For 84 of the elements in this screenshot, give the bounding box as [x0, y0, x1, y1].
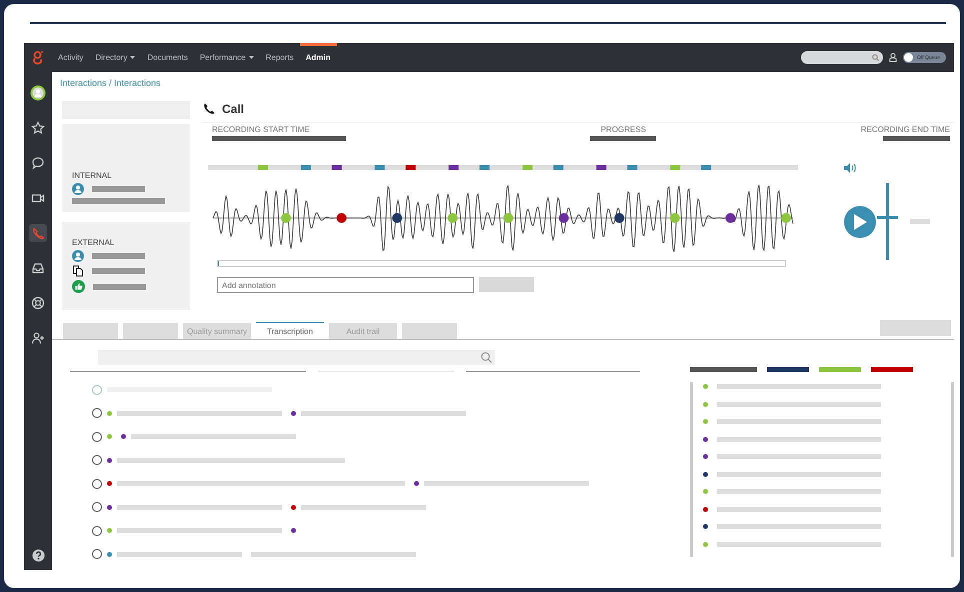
text-placeholder	[92, 186, 145, 192]
participant-heading: INTERNAL	[72, 171, 113, 180]
play-button[interactable]	[844, 206, 876, 238]
play-icon	[853, 214, 867, 230]
radio-button[interactable]	[92, 502, 102, 512]
text-placeholder	[92, 268, 145, 274]
annotation-marker[interactable]	[522, 165, 532, 170]
speaker-dot[interactable]	[448, 213, 458, 223]
annotation-marker[interactable]	[258, 165, 268, 170]
start-time-label: RECORDING START TIME	[212, 125, 311, 134]
annotation-marker[interactable]	[553, 165, 564, 170]
user-icon[interactable]	[889, 53, 898, 62]
annotation-field[interactable]: Add annotation	[217, 277, 474, 293]
chat-icon	[31, 156, 45, 170]
thumbs-up-icon	[72, 280, 85, 293]
nav-menu-item[interactable]: Documents	[141, 43, 194, 72]
nav-menu-item[interactable]: Performance	[194, 43, 260, 72]
radio-button[interactable]	[92, 455, 102, 466]
speaker-dot[interactable]	[503, 213, 514, 223]
participant-heading: EXTERNAL	[72, 238, 116, 247]
sidebar-item[interactable]	[29, 294, 47, 312]
sidebar-item[interactable]	[29, 84, 47, 102]
speaker-dot[interactable]	[670, 213, 680, 223]
text-placeholder	[910, 219, 930, 224]
annotation-marker[interactable]	[332, 165, 342, 170]
annotation-marker[interactable]	[627, 165, 638, 170]
inbox-icon	[31, 261, 45, 275]
speaker-dot[interactable]	[781, 213, 791, 223]
scrollbar[interactable]	[690, 382, 693, 557]
add-user-icon	[31, 331, 45, 345]
documents-icon	[72, 265, 84, 277]
nav-menu-item[interactable]: Admin	[300, 43, 337, 72]
nav-menu-item[interactable]: Activity	[52, 43, 90, 72]
radio-button[interactable]	[92, 432, 102, 442]
annotation-marker[interactable]	[374, 165, 385, 170]
progress-label: PROGRESS	[600, 125, 646, 134]
search-field[interactable]	[98, 350, 495, 365]
tab[interactable]: Transcription	[256, 322, 324, 339]
speaker-dot[interactable]	[725, 213, 736, 223]
annotation-marker[interactable]	[596, 165, 606, 170]
help-icon	[32, 548, 44, 562]
lifebuoy-icon	[31, 296, 45, 310]
sidebar-item[interactable]	[29, 119, 47, 137]
caret-icon	[248, 56, 254, 59]
end-time-label: RECORDING END TIME	[860, 125, 950, 134]
annotation-marker[interactable]	[701, 165, 712, 170]
caret-icon	[130, 56, 136, 59]
annotation-marker[interactable]	[480, 165, 490, 170]
annotation-marker[interactable]	[300, 165, 311, 170]
breadcrumb[interactable]: Interactions / Interactions	[60, 78, 161, 88]
radio-button[interactable]	[92, 526, 102, 536]
phone-icon	[202, 102, 216, 116]
scrollbar[interactable]	[951, 382, 954, 557]
annotation-marker[interactable]	[406, 165, 416, 170]
text-placeholder	[92, 253, 145, 259]
radio-button[interactable]	[92, 408, 102, 418]
speaker-dot[interactable]	[558, 213, 569, 223]
text-placeholder	[93, 284, 146, 290]
annotation-marker[interactable]	[448, 165, 459, 170]
speaker-dot[interactable]	[281, 213, 291, 223]
volume-slider-thumb[interactable]	[877, 216, 898, 220]
nav-menu-item[interactable]: Directory	[89, 43, 142, 72]
logo-icon[interactable]	[32, 50, 44, 66]
volume-slider[interactable]	[877, 183, 898, 260]
search-field[interactable]	[801, 51, 884, 64]
nav-menu-item[interactable]: Reports	[260, 43, 300, 72]
speaker-dot[interactable]	[336, 213, 347, 223]
text-placeholder	[590, 136, 656, 141]
speaker-dot[interactable]	[392, 213, 402, 223]
radio-button[interactable]	[92, 549, 102, 560]
radio-button[interactable]	[92, 384, 102, 395]
speaker-icon[interactable]	[844, 163, 856, 173]
search-icon	[481, 352, 492, 363]
speaker-dot[interactable]	[614, 213, 624, 223]
text-placeholder	[882, 136, 950, 141]
avatar-icon	[30, 85, 46, 101]
page-title: Call	[222, 102, 244, 116]
annotation-marker[interactable]	[670, 165, 680, 170]
phone-icon	[31, 226, 45, 240]
radio-button[interactable]	[92, 478, 102, 489]
star-icon	[31, 121, 45, 135]
search-icon	[872, 54, 880, 61]
person-avatar-icon	[72, 183, 84, 195]
person-avatar-icon	[72, 250, 84, 262]
